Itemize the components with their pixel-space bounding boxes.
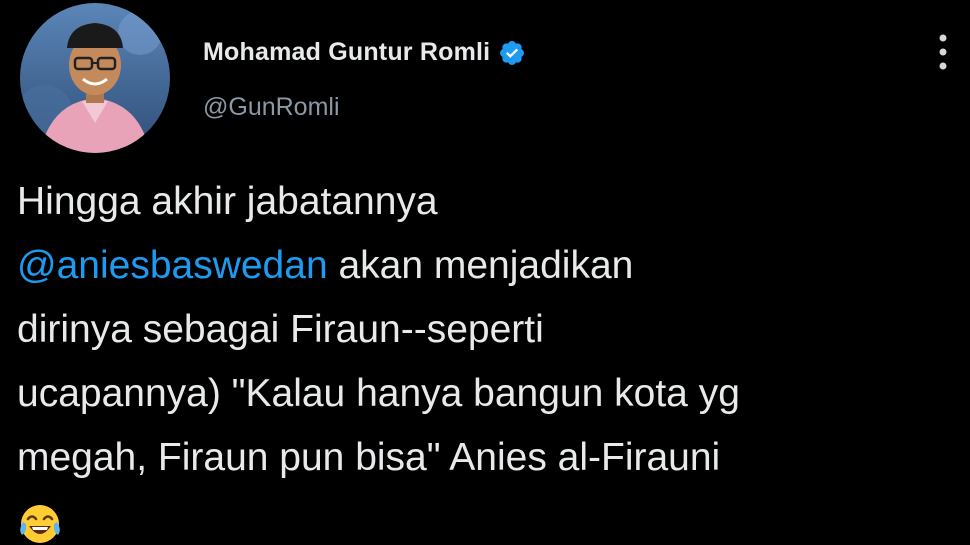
display-name[interactable]: Mohamad Guntur Romli [203, 38, 490, 67]
tweet-body: Hingga akhir jabatannya @aniesbaswedan a… [17, 170, 957, 545]
mention-link[interactable]: @aniesbaswedan [17, 244, 328, 287]
tweet-line: megah, Firaun pun bisa" Anies al-Firauni [17, 436, 721, 479]
face-with-tears-of-joy-icon [20, 504, 60, 543]
more-options-icon[interactable] [928, 30, 958, 74]
tweet-line-text: akan menjadikan [327, 244, 634, 287]
tweet-line: @aniesbaswedan akan menjadikan [17, 234, 957, 298]
author-name-row: Mohamad Guntur Romli [203, 38, 526, 67]
tweet-line: ucapannya) "Kalau hanya bangun kota yg [17, 372, 740, 415]
verified-badge-icon [500, 40, 525, 65]
avatar-image [20, 3, 170, 153]
tweet-line: dirinya sebagai Firaun--seperti [17, 308, 544, 351]
author-handle[interactable]: @GunRomli [203, 93, 340, 122]
tweet-card: Mohamad Guntur Romli @GunRomli Hingga ak… [0, 0, 970, 545]
tweet-line: Hingga akhir jabatannya [17, 180, 438, 223]
avatar[interactable] [20, 3, 170, 153]
tweet-line [17, 490, 957, 545]
